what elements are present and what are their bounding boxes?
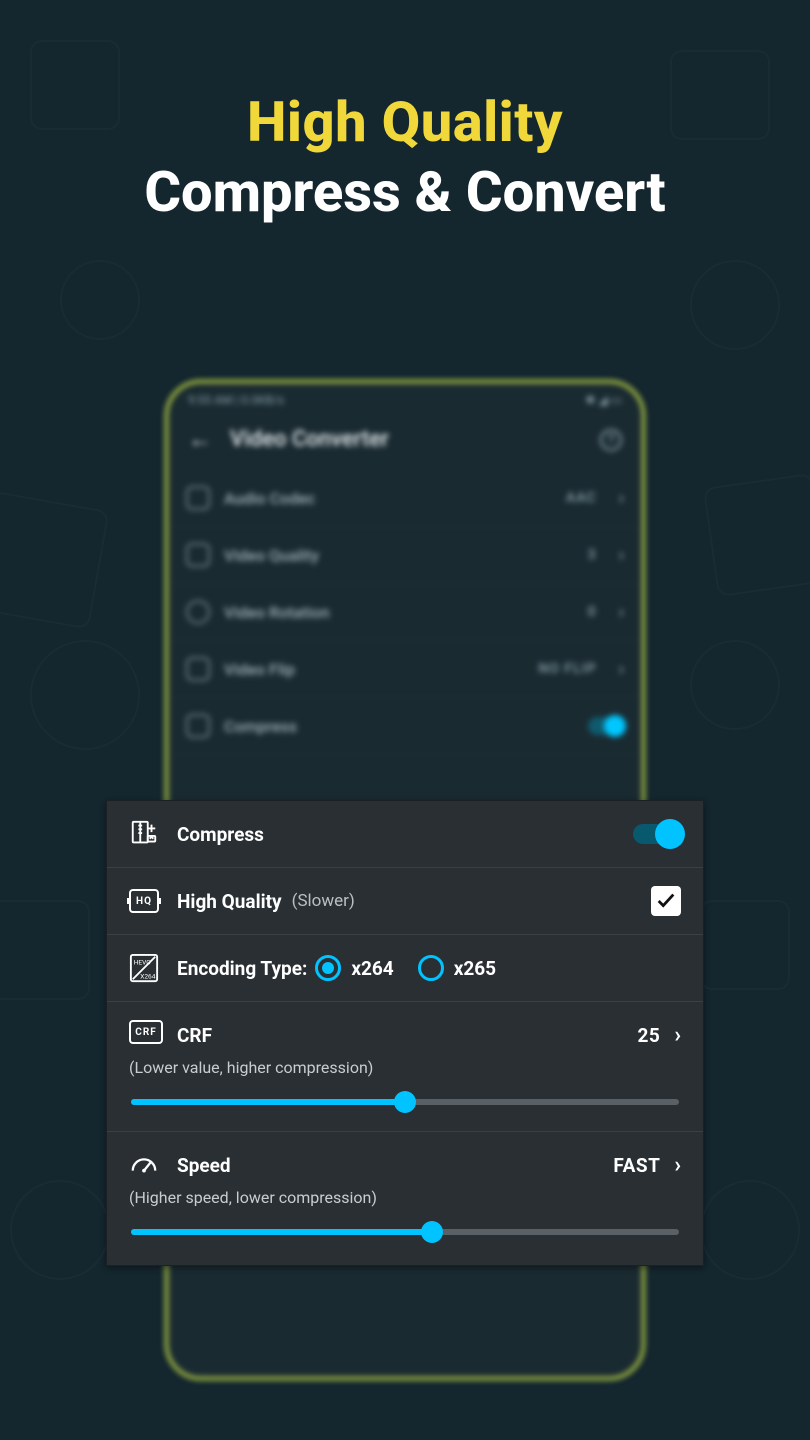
radio-x265-label: x265 xyxy=(454,957,496,980)
high-quality-row[interactable]: HQ High Quality (Slower) xyxy=(107,868,703,935)
crf-label: CRF xyxy=(177,1024,212,1047)
video-flip-icon xyxy=(186,657,210,681)
compress-label: Compress xyxy=(177,823,264,846)
crf-slider-fill xyxy=(131,1099,405,1105)
status-time: 9:55 AM | 0.0KB/s xyxy=(188,393,284,407)
row-label: Video Rotation xyxy=(224,603,330,622)
radio-x264-label: x264 xyxy=(351,957,393,980)
svg-text:X264: X264 xyxy=(140,972,155,980)
speed-value: FAST xyxy=(613,1154,660,1177)
app-bar: ← Video Converter ? xyxy=(168,413,642,470)
crf-slider-thumb[interactable] xyxy=(394,1091,416,1113)
speed-section: Speed FAST › (Higher speed, lower compre… xyxy=(107,1132,703,1265)
chevron-right-icon: › xyxy=(619,602,624,623)
speed-hint: (Higher speed, lower compression) xyxy=(129,1188,681,1207)
app-title: Video Converter xyxy=(230,427,389,452)
compress-row: Compress xyxy=(107,801,703,868)
chevron-right-icon[interactable]: › xyxy=(674,1153,681,1178)
headline: High Quality Compress & Convert xyxy=(0,90,810,225)
crf-section: CRF CRF 25 › (Lower value, higher compre… xyxy=(107,1002,703,1132)
settings-list: Audio Codec AAC › Video Quality 3 › Vide… xyxy=(168,470,642,755)
chevron-right-icon: › xyxy=(619,659,624,680)
status-bar: 9:55 AM | 0.0KB/s ✱ ◢ ▭ xyxy=(168,383,642,413)
row-value: NO FLIP xyxy=(538,661,596,677)
hq-checkbox[interactable] xyxy=(651,886,681,916)
hq-icon: HQ xyxy=(129,886,159,916)
radio-x264[interactable]: x264 xyxy=(315,955,393,981)
video-rotation-icon xyxy=(186,600,210,624)
row-value: 3 xyxy=(588,547,597,563)
audio-codec-icon xyxy=(186,486,210,510)
speed-slider-thumb[interactable] xyxy=(421,1221,443,1243)
hq-sub: (Slower) xyxy=(292,891,355,911)
encoding-icon: HEVC X264 xyxy=(129,953,159,983)
row-compress-bg[interactable]: Compress xyxy=(172,698,638,755)
status-icons: ✱ ◢ ▭ xyxy=(585,393,622,407)
speed-slider[interactable] xyxy=(131,1229,679,1235)
speed-label: Speed xyxy=(177,1154,231,1177)
encoding-row: HEVC X264 Encoding Type: x264 x265 xyxy=(107,935,703,1002)
compress-icon xyxy=(129,819,159,849)
row-label: Compress xyxy=(224,717,297,736)
row-audio-codec[interactable]: Audio Codec AAC › xyxy=(172,470,638,527)
crf-value: 25 xyxy=(638,1024,661,1047)
compress-toggle-bg[interactable] xyxy=(588,717,624,735)
svg-text:HEVC: HEVC xyxy=(134,958,151,966)
video-quality-icon xyxy=(186,543,210,567)
row-video-quality[interactable]: Video Quality 3 › xyxy=(172,527,638,584)
row-label: Audio Codec xyxy=(224,489,315,508)
row-value: 0 xyxy=(588,604,597,620)
compress-toggle[interactable] xyxy=(633,824,681,844)
headline-line2: Compress & Convert xyxy=(0,160,810,224)
headline-line1: High Quality xyxy=(0,90,810,154)
chevron-right-icon[interactable]: › xyxy=(674,1023,681,1048)
chevron-right-icon: › xyxy=(619,545,624,566)
chevron-right-icon: › xyxy=(619,488,624,509)
crf-hint: (Lower value, higher compression) xyxy=(129,1058,681,1077)
row-value: AAC xyxy=(566,490,597,506)
hq-label: High Quality xyxy=(177,890,282,913)
row-video-rotation[interactable]: Video Rotation 0 › xyxy=(172,584,638,641)
speed-slider-fill xyxy=(131,1229,432,1235)
row-label: Video Flip xyxy=(224,660,295,679)
row-video-flip[interactable]: Video Flip NO FLIP › xyxy=(172,641,638,698)
compress-icon xyxy=(186,714,210,738)
row-label: Video Quality xyxy=(224,546,319,565)
radio-x265[interactable]: x265 xyxy=(418,955,496,981)
speed-icon xyxy=(129,1150,159,1180)
help-icon[interactable]: ? xyxy=(600,429,622,451)
back-icon[interactable]: ← xyxy=(188,425,212,454)
compress-options-card: Compress HQ High Quality (Slower) HEVC X… xyxy=(106,800,704,1266)
toggle-knob xyxy=(655,819,685,849)
crf-icon: CRF xyxy=(129,1020,159,1050)
crf-slider[interactable] xyxy=(131,1099,679,1105)
encoding-label: Encoding Type: xyxy=(177,957,307,980)
